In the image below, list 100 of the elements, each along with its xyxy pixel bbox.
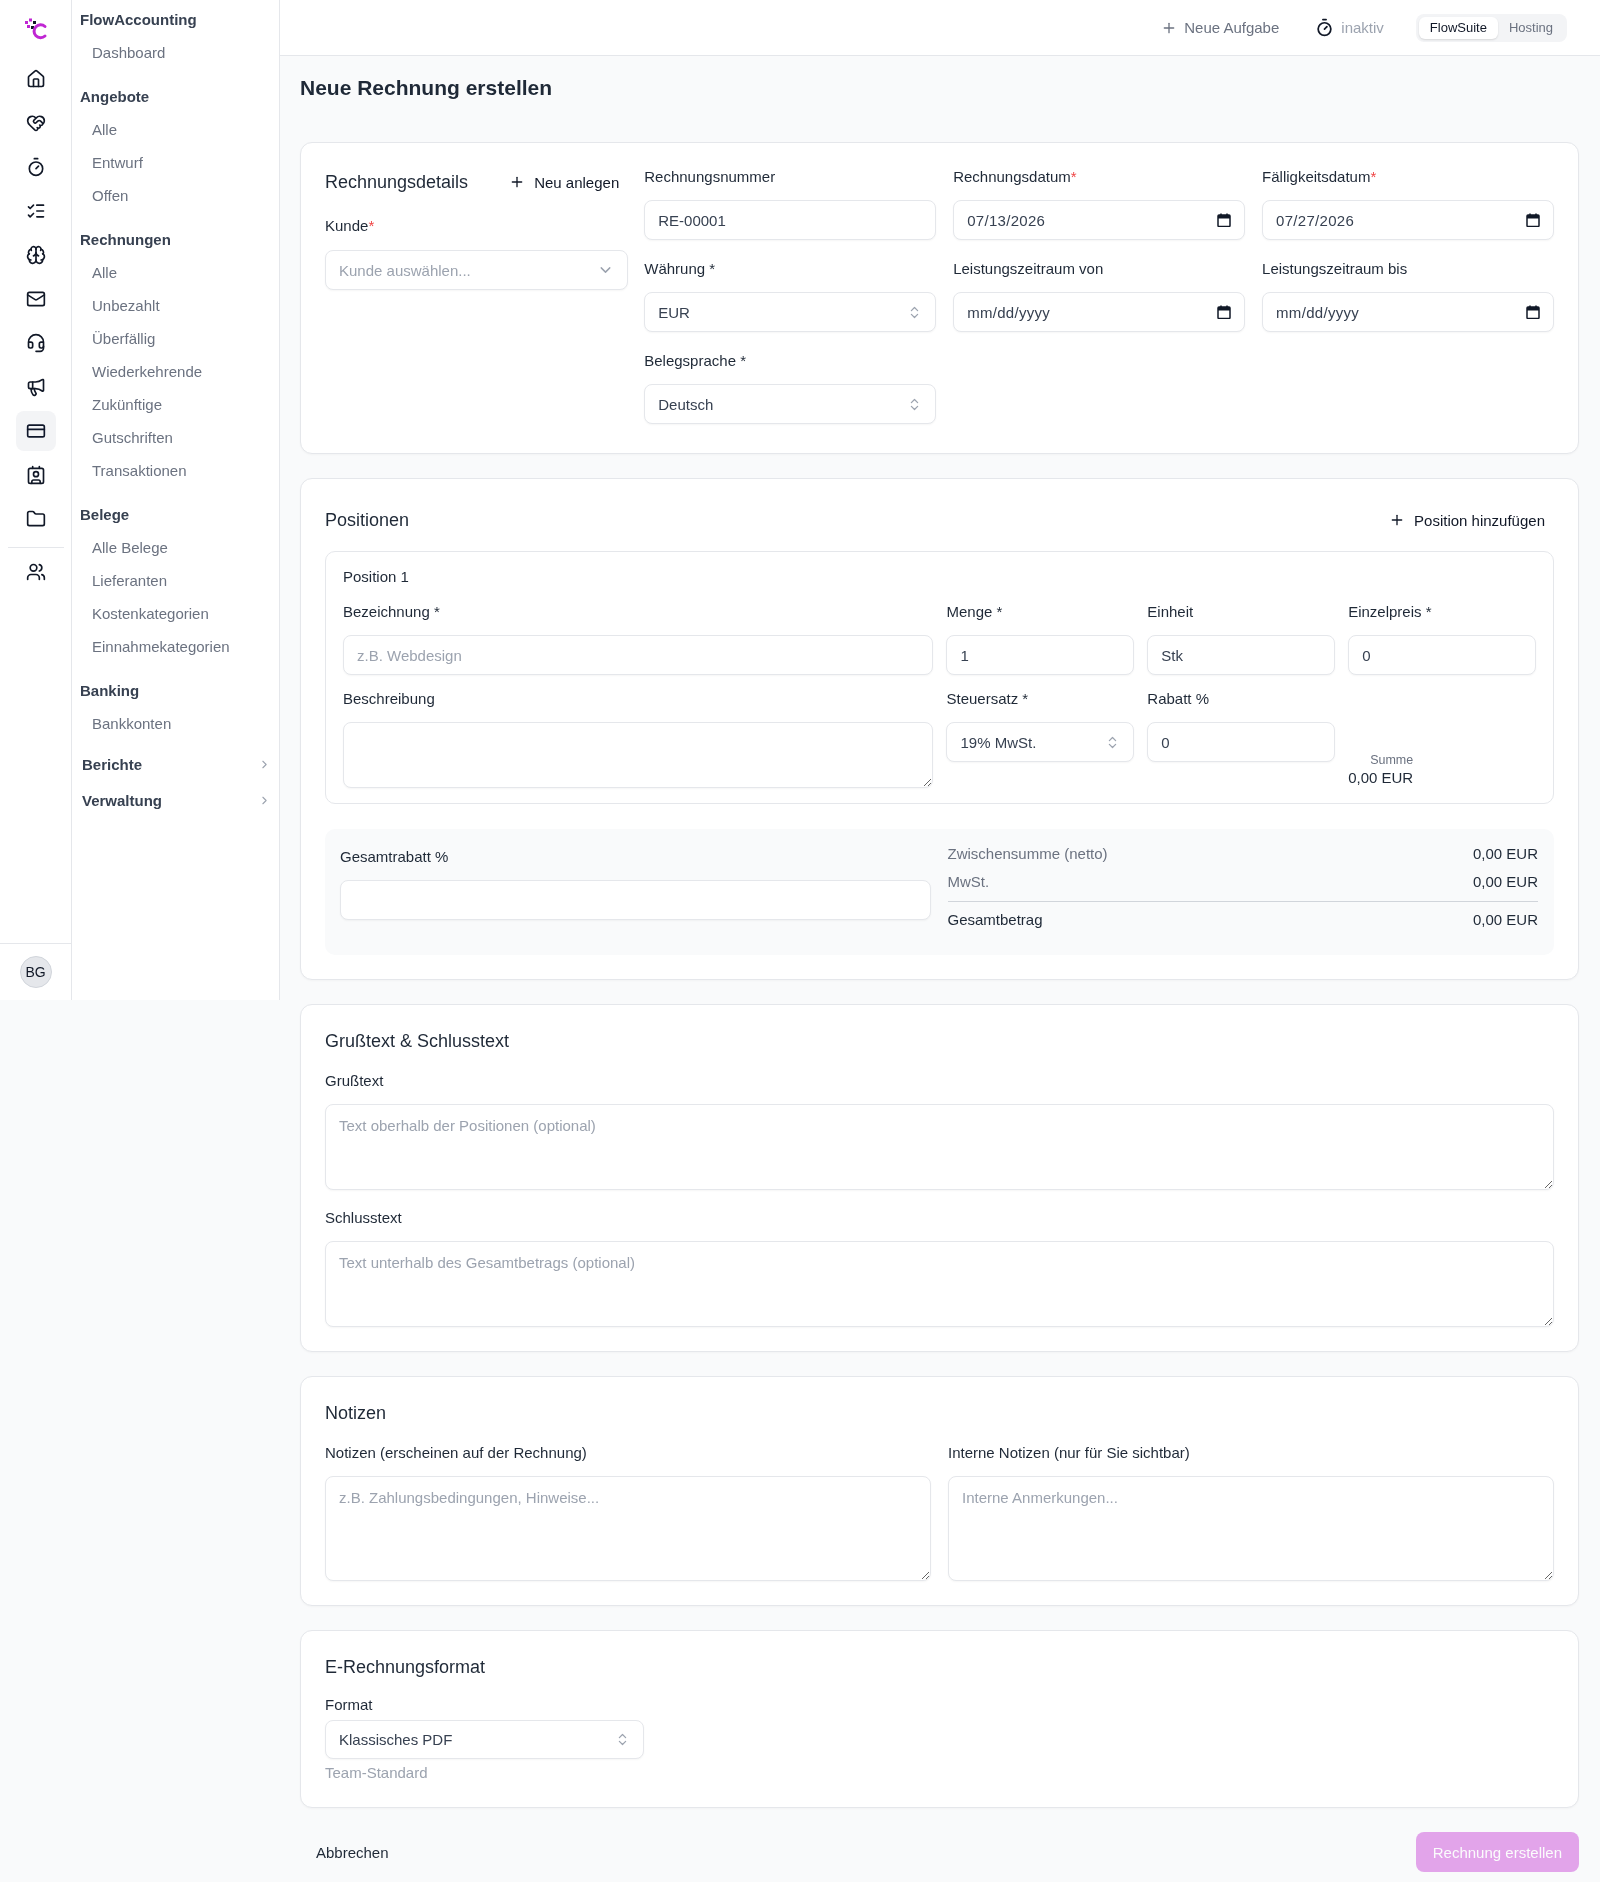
nav-item[interactable]: Lieferanten	[80, 564, 271, 597]
field-label: Menge *	[946, 602, 1004, 622]
select-field[interactable]: EUR	[644, 292, 937, 332]
text-area[interactable]: z.B. Zahlungsbedingungen, Hinweise...	[325, 1476, 931, 1581]
date-field[interactable]: mm/dd/yyyy	[1262, 292, 1554, 332]
user-avatar[interactable]: BG	[19, 956, 52, 988]
nav-item[interactable]: Zukünftige	[80, 388, 271, 421]
input-field[interactable]: RE-00001	[644, 200, 937, 240]
position-title: Position 1	[343, 567, 410, 587]
field-label: Rechnungsdatum*	[953, 167, 1078, 187]
summary-value: 0,00 EUR	[1472, 910, 1538, 930]
nav-item[interactable]: Dashboard	[80, 36, 271, 69]
app-switch-tab[interactable]: FlowSuite	[1418, 16, 1498, 39]
field-label: Währung *	[644, 259, 717, 279]
field-label: Beschreibung	[343, 689, 436, 709]
field-label: Schlusstext	[325, 1208, 403, 1228]
calendar-icon[interactable]	[1217, 305, 1232, 319]
nav-item[interactable]: Alle	[80, 113, 271, 146]
brain-icon	[25, 245, 46, 265]
sum-label: Summe	[1370, 752, 1414, 768]
page-title: Neue Rechnung erstellen	[300, 75, 554, 101]
date-field[interactable]: 07/27/2026	[1262, 200, 1554, 240]
field-label: Steuersatz *	[946, 689, 1030, 709]
select-field[interactable]: 19% MwSt.	[946, 722, 1135, 762]
combobox-field[interactable]: Kunde auswählen...	[325, 250, 629, 290]
nav-item[interactable]: Entwurf	[80, 146, 271, 179]
nav-item[interactable]: Einnahmekategorien	[80, 630, 271, 663]
field-label: Leistungszeitraum von	[953, 259, 1105, 279]
nav-section-title: Angebote	[80, 87, 151, 107]
input-field[interactable]: Stk	[1147, 635, 1336, 675]
nav-item[interactable]: Wiederkehrende	[80, 355, 271, 388]
nav-item[interactable]: Alle Belege	[80, 531, 271, 564]
field-label: Interne Notizen (nur für Sie sichtbar)	[948, 1443, 1191, 1463]
rail-nav-button[interactable]	[15, 411, 56, 451]
home-icon	[25, 69, 46, 89]
sum-value: 0,00 EUR	[1348, 768, 1414, 788]
field-label: Format	[325, 1695, 374, 1715]
logo-icon	[23, 17, 48, 41]
card-title: Rechnungsdetails	[325, 171, 469, 194]
folder-icon	[25, 509, 46, 529]
app-switch-tab[interactable]: Hosting	[1497, 16, 1564, 39]
nav-section-title: Rechnungen	[80, 230, 172, 250]
calendar-icon[interactable]	[1526, 305, 1540, 319]
add-position-button[interactable]: Position hinzufügen	[1380, 505, 1554, 535]
field-label: Fälligkeitsdatum*	[1262, 167, 1378, 187]
text-area[interactable]: Interne Anmerkungen...	[948, 1476, 1554, 1581]
text-area[interactable]: Text oberhalb der Positionen (optional)	[325, 1104, 1554, 1190]
field-label: Belegsprache *	[644, 351, 747, 371]
nav-item[interactable]: Unbezahlt	[80, 289, 271, 322]
nav-section-title: FlowAccounting	[80, 10, 198, 30]
input-field[interactable]: 0	[1147, 722, 1336, 762]
users-icon	[25, 562, 46, 582]
field-label: Rabatt %	[1147, 689, 1210, 709]
input-field[interactable]: 1	[946, 635, 1135, 675]
text-area[interactable]: Text unterhalb des Gesamtbetrags (optional)	[325, 1241, 1554, 1327]
select-field[interactable]: Deutsch	[644, 384, 937, 424]
heart-handshake-icon	[25, 113, 46, 133]
nav-section-title: Belege	[80, 505, 131, 525]
card-title: Notizen	[325, 1402, 388, 1425]
cancel-button[interactable]: Abbrechen	[300, 1832, 405, 1872]
nav-item[interactable]: Kostenkategorien	[80, 597, 271, 630]
card-title: Positionen	[325, 509, 410, 532]
calendar-icon[interactable]	[1217, 213, 1232, 227]
calendar-icon[interactable]	[1526, 213, 1540, 227]
new-customer-button[interactable]: Neu anlegen	[500, 167, 629, 197]
megaphone-icon	[25, 377, 46, 397]
summary-value: 0,00 EUR	[1472, 844, 1538, 864]
date-field[interactable]: 07/13/2026	[953, 200, 1246, 240]
card-title: Grußtext & Schlusstext	[325, 1030, 511, 1053]
nav-group-toggle[interactable]: Berichte	[80, 746, 271, 782]
nav-item[interactable]: Alle	[80, 256, 271, 289]
summary-label: MwSt.	[947, 872, 990, 892]
nav-item[interactable]: Offen	[80, 179, 271, 212]
summary-value: 0,00 EUR	[1472, 872, 1538, 892]
card-title: E-Rechnungsformat	[325, 1656, 487, 1679]
nav-section-title: Banking	[80, 681, 141, 701]
input-field[interactable]	[340, 880, 931, 920]
field-label: Kunde*	[325, 216, 376, 236]
stopwatch-icon	[1315, 18, 1335, 37]
nav-item[interactable]: Transaktionen	[80, 454, 271, 487]
field-label: Leistungszeitraum bis	[1262, 259, 1409, 279]
select-field[interactable]: Klassisches PDF	[325, 1720, 644, 1759]
field-hint: Team-Standard	[325, 1763, 429, 1783]
contact-card-icon	[25, 465, 46, 485]
nav-group-toggle[interactable]: Verwaltung	[80, 782, 271, 818]
field-label: Rechnungsnummer	[644, 167, 777, 187]
nav-item[interactable]: Überfällig	[80, 322, 271, 355]
nav-item[interactable]: Bankkonten	[80, 707, 271, 740]
input-field[interactable]: z.B. Webdesign	[343, 635, 934, 675]
input-field[interactable]: 0	[1348, 635, 1536, 675]
date-field[interactable]: mm/dd/yyyy	[953, 292, 1246, 332]
field-label: Einzelpreis *	[1348, 602, 1433, 622]
field-label: Bezeichnung *	[343, 602, 441, 622]
field-label: Notizen (erscheinen auf der Rechnung)	[325, 1443, 588, 1463]
mail-icon	[25, 289, 46, 309]
field-label: Einheit	[1147, 602, 1195, 622]
card-icon	[25, 421, 46, 441]
field-label: Gesamtrabatt %	[340, 847, 450, 867]
nav-item[interactable]: Gutschriften	[80, 421, 271, 454]
new-task-button[interactable]: Neue Aufgabe	[1153, 13, 1288, 42]
